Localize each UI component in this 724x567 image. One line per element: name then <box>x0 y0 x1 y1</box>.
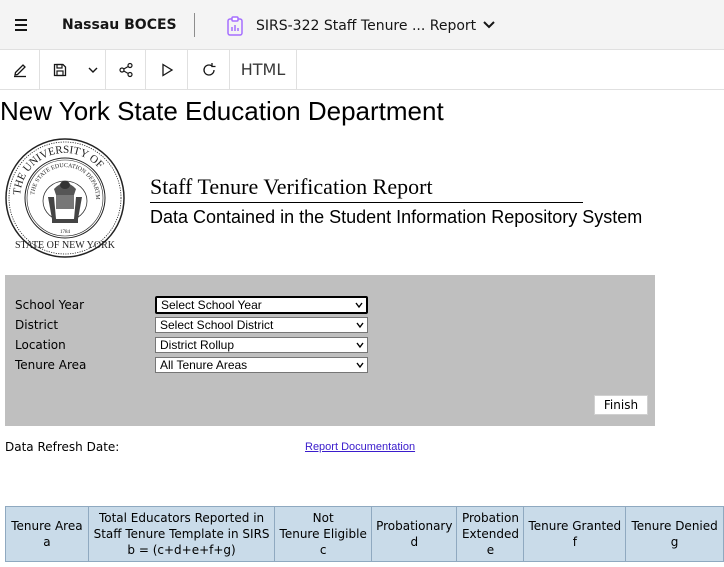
column-header-total-educators: Total Educators Reported in Staff Tenure… <box>87 506 276 562</box>
nys-seal-logo: THE UNIVERSITY OF THE STATE EDUCATION DE… <box>4 137 125 258</box>
school-year-value: Select School Year <box>161 298 262 312</box>
header-line: d <box>410 535 419 549</box>
output-format-html[interactable]: HTML <box>230 50 297 89</box>
tenure-area-label: Tenure Area <box>15 358 87 372</box>
school-year-select[interactable]: Select School Year <box>155 296 368 314</box>
finish-button[interactable]: Finish <box>594 395 648 415</box>
header-line: Probation <box>461 511 519 525</box>
school-year-label: School Year <box>15 298 85 312</box>
share-icon <box>118 62 133 77</box>
header-line: c <box>319 543 327 557</box>
toolbar: HTML <box>0 50 724 90</box>
chevron-down-icon <box>356 322 364 329</box>
chevron-down-icon <box>356 342 364 349</box>
run-button[interactable] <box>146 50 188 89</box>
header-line: a <box>43 535 51 549</box>
district-label: District <box>15 318 59 332</box>
report-name[interactable]: SIRS-322 Staff Tenure ... Report <box>256 18 476 34</box>
tenure-area-select[interactable]: All Tenure Areas <box>155 357 368 373</box>
report-title: Staff Tenure Verification Report <box>150 174 433 199</box>
header-line: Total Educators Reported in <box>98 511 265 525</box>
org-name: Nassau BOCES <box>62 17 177 33</box>
column-header-tenure-area: Tenure Area a <box>5 506 89 562</box>
header-line: Tenure Denied <box>631 519 718 533</box>
save-icon <box>53 63 67 76</box>
column-header-tenure-denied: Tenure Denied g <box>625 506 724 562</box>
header-divider <box>194 13 195 37</box>
header-line: Tenure Granted <box>528 519 622 533</box>
save-menu-button[interactable] <box>80 50 106 89</box>
column-header-probation-extended: Probation Extended e <box>456 506 525 562</box>
header-line: Not <box>312 511 334 525</box>
report-dropdown-chevron-icon[interactable] <box>480 16 498 34</box>
seal-year: 1784 <box>60 230 71 235</box>
parameter-panel: School Year Select School Year District … <box>5 275 655 426</box>
edit-button[interactable] <box>0 50 40 89</box>
svg-text:STATE OF NEW YORK: STATE OF NEW YORK <box>15 240 116 251</box>
app-header: Nassau BOCES SIRS-322 Staff Tenure ... R… <box>0 0 724 50</box>
pencil-icon <box>13 63 26 77</box>
save-button[interactable] <box>40 50 80 89</box>
table-header-row: Tenure Area a Total Educators Reported i… <box>5 506 724 562</box>
header-line: Probationary <box>376 519 453 533</box>
play-icon <box>161 62 173 77</box>
header-line: Staff Tenure Template in SIRS <box>93 527 270 541</box>
header-line: f <box>572 535 577 549</box>
header-line: Tenure Area <box>11 519 83 533</box>
hamburger-menu-icon[interactable] <box>8 12 34 38</box>
location-value: District Rollup <box>160 338 235 352</box>
column-header-tenure-granted: Tenure Granted f <box>523 506 627 562</box>
department-heading: New York State Education Department <box>0 96 444 126</box>
chevron-down-icon <box>356 362 364 369</box>
tenure-area-value: All Tenure Areas <box>160 358 248 372</box>
header-line: e <box>486 543 495 557</box>
chevron-down-icon <box>355 302 363 309</box>
location-label: Location <box>15 338 66 352</box>
header-line: g <box>670 535 679 549</box>
chevron-down-icon <box>88 67 97 73</box>
header-line: b = (c+d+e+f+g) <box>127 543 236 557</box>
report-title-rule <box>150 202 583 203</box>
report-clipboard-icon <box>227 16 243 36</box>
tenure-table: Tenure Area a Total Educators Reported i… <box>5 506 724 562</box>
share-button[interactable] <box>106 50 146 89</box>
column-header-probationary: Probationary d <box>371 506 458 562</box>
district-value: Select School District <box>160 318 274 332</box>
refresh-button[interactable] <box>188 50 230 89</box>
header-line: Extended <box>461 527 519 541</box>
refresh-icon <box>202 62 215 76</box>
district-select[interactable]: Select School District <box>155 317 368 333</box>
report-subtitle: Data Contained in the Student Informatio… <box>150 207 643 227</box>
location-select[interactable]: District Rollup <box>155 337 368 353</box>
column-header-not-tenure-eligible: Not Tenure Eligible c <box>274 506 373 562</box>
report-documentation-link[interactable]: Report Documentation <box>305 441 415 453</box>
header-line: Tenure Eligible <box>279 527 367 541</box>
data-refresh-label: Data Refresh Date: <box>5 440 120 454</box>
